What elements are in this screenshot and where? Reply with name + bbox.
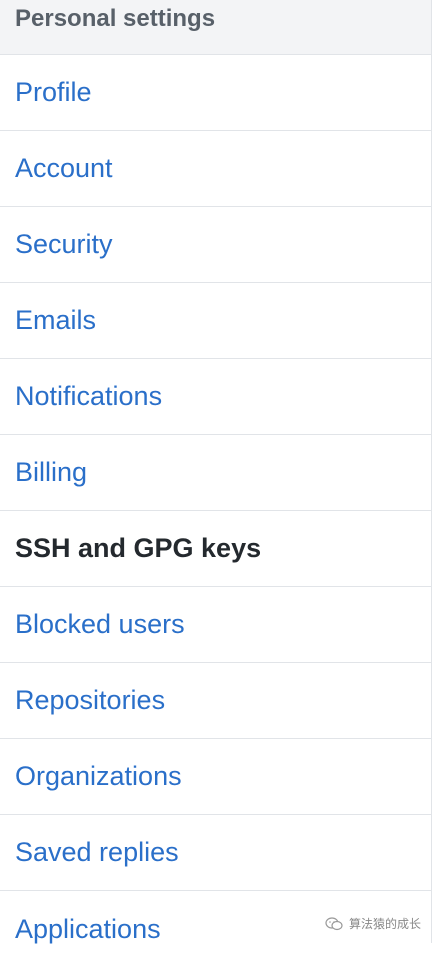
watermark: 算法猿的成长	[325, 915, 421, 932]
menu-heading: Personal settings	[0, 0, 431, 55]
menu-item-ssh-gpg-keys[interactable]: SSH and GPG keys	[0, 511, 431, 587]
personal-settings-menu: Personal settings Profile Account Securi…	[0, 0, 432, 943]
menu-item-security[interactable]: Security	[0, 207, 431, 283]
menu-item-account[interactable]: Account	[0, 131, 431, 207]
menu-item-repositories[interactable]: Repositories	[0, 663, 431, 739]
menu-item-profile[interactable]: Profile	[0, 55, 431, 131]
menu-item-notifications[interactable]: Notifications	[0, 359, 431, 435]
menu-item-saved-replies[interactable]: Saved replies	[0, 815, 431, 891]
menu-item-emails[interactable]: Emails	[0, 283, 431, 359]
watermark-text: 算法猿的成长	[348, 917, 421, 931]
menu-item-organizations[interactable]: Organizations	[0, 739, 431, 815]
menu-item-billing[interactable]: Billing	[0, 435, 431, 511]
wechat-icon	[325, 916, 343, 931]
menu-item-blocked-users[interactable]: Blocked users	[0, 587, 431, 663]
